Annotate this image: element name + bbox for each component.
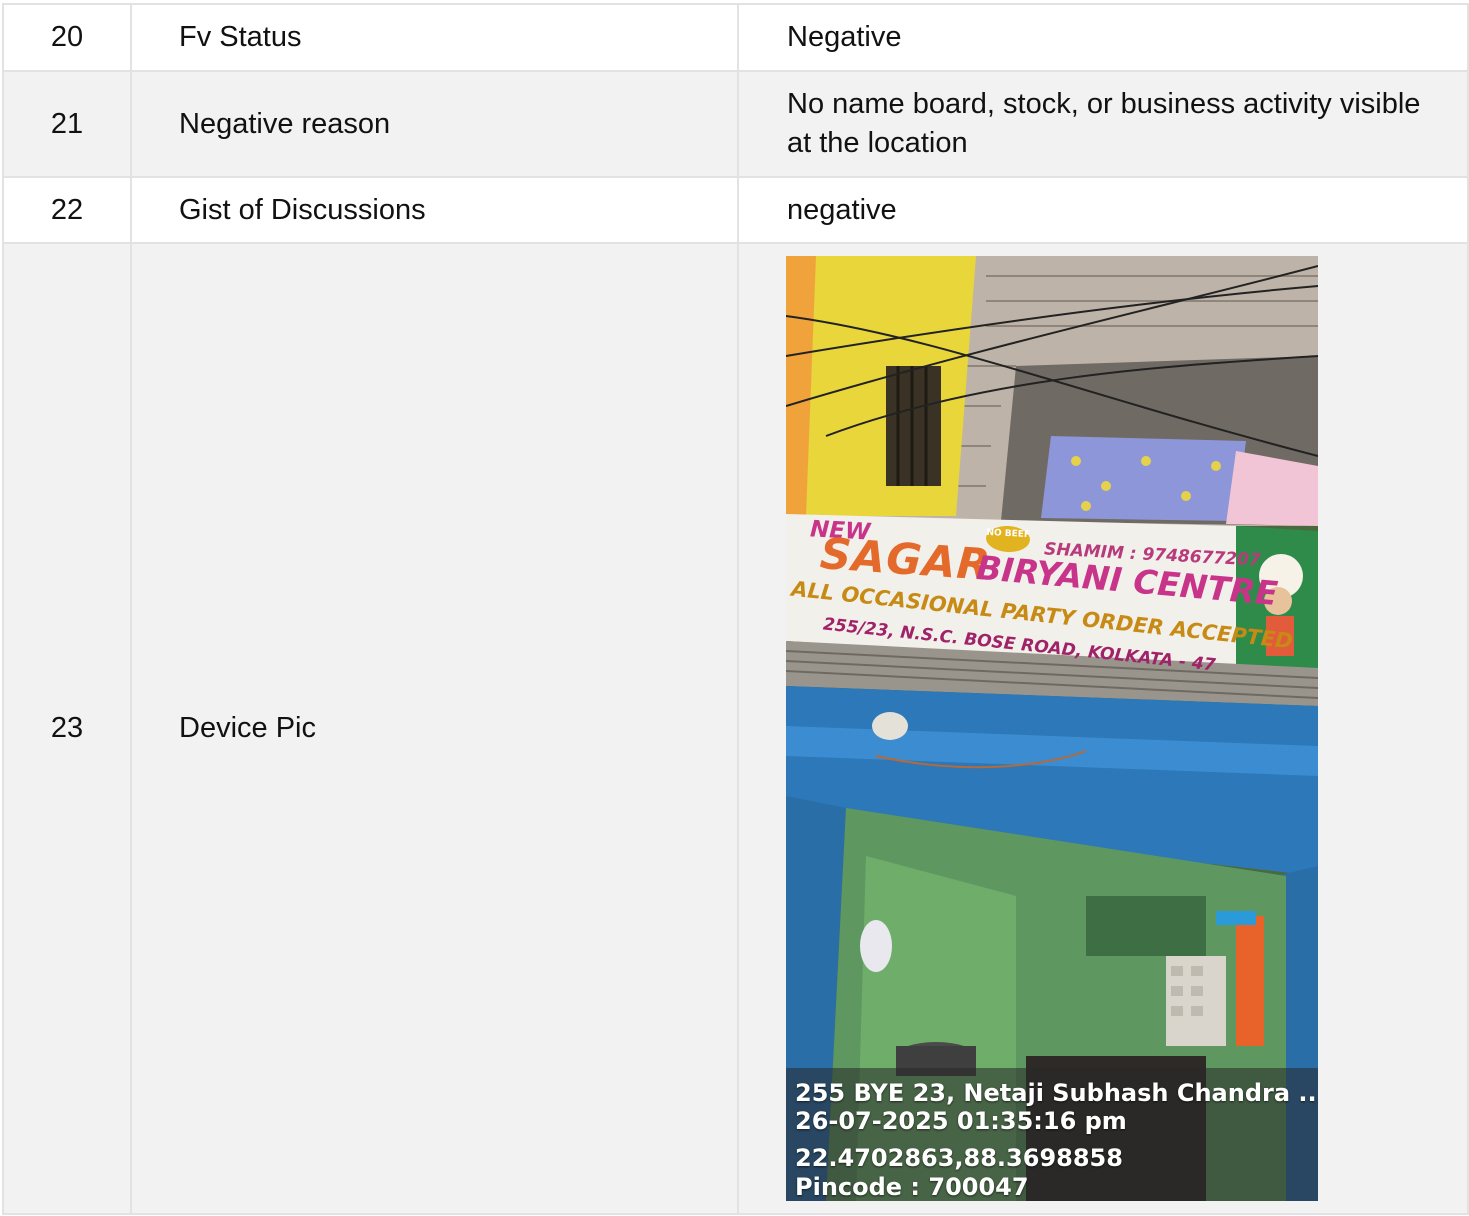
field-value-photo-cell: NEW NO BEEF SHAMIM : 9748677207 SAGAR BI… xyxy=(737,242,1469,1215)
photo-geotag-overlay: 255 BYE 23, Netaji Subhash Chandra ... 2… xyxy=(786,1068,1318,1201)
row-number: 22 xyxy=(2,176,132,244)
field-label: Fv Status xyxy=(130,3,739,72)
field-label: Device Pic xyxy=(130,242,739,1215)
field-label: Gist of Discussions xyxy=(130,176,739,244)
field-value: Negative xyxy=(737,3,1469,72)
field-verification-table: 20 Fv Status Negative 21 Negative reason… xyxy=(2,3,1469,1215)
table-row-negative-reason: 21 Negative reason No name board, stock,… xyxy=(2,70,1469,178)
geotag-datetime: 26-07-2025 01:35:16 pm xyxy=(795,1107,1127,1135)
row-number: 21 xyxy=(2,70,132,178)
field-value: negative xyxy=(737,176,1469,244)
storefront-illustration xyxy=(786,256,1318,1201)
table-row-gist-of-discussions: 22 Gist of Discussions negative xyxy=(2,176,1469,244)
field-label: Negative reason xyxy=(130,70,739,178)
table-row-fv-status: 20 Fv Status Negative xyxy=(2,3,1469,72)
row-number: 23 xyxy=(2,242,132,1215)
table-row-device-pic: 23 Device Pic NEW NO BEEF SHAMIM: 97486… xyxy=(2,242,1469,1215)
row-number: 20 xyxy=(2,3,132,72)
device-photo: NEW NO BEEF SHAMIM : 9748677207 SAGAR BI… xyxy=(786,256,1318,1201)
field-value: No name board, stock, or business activi… xyxy=(737,70,1469,178)
geotag-pincode: Pincode : 700047 xyxy=(795,1173,1029,1201)
